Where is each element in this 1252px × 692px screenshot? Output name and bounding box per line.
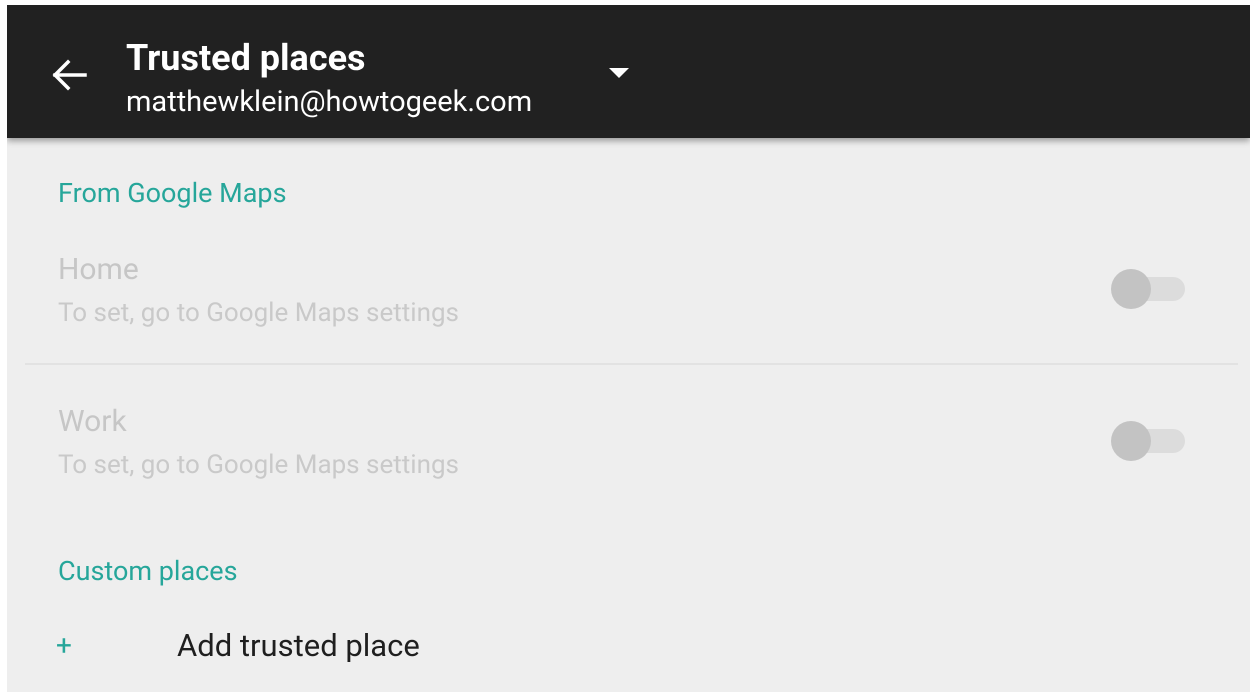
work-toggle[interactable] (1109, 419, 1189, 463)
app-bar: Trusted places matthewklein@howtogeek.co… (7, 5, 1250, 138)
add-trusted-place-label: Add trusted place (177, 627, 420, 664)
account-email[interactable]: matthewklein@howtogeek.com (126, 85, 532, 119)
caret-down-icon[interactable] (607, 63, 631, 83)
toggle-thumb (1111, 269, 1151, 309)
page-title: Trusted places (126, 37, 366, 79)
section-header-custom: Custom places (58, 555, 238, 587)
divider (25, 363, 1238, 365)
home-toggle[interactable] (1109, 267, 1189, 311)
toggle-thumb (1111, 421, 1151, 461)
work-subtitle: To set, go to Google Maps settings (58, 450, 459, 480)
screen: Trusted places matthewklein@howtogeek.co… (7, 5, 1250, 692)
home-title: Home (58, 252, 139, 287)
home-subtitle: To set, go to Google Maps settings (58, 298, 459, 328)
add-trusted-place-button[interactable]: + Add trusted place (7, 615, 1250, 683)
arrow-back-icon[interactable] (49, 57, 89, 93)
plus-icon: + (56, 629, 72, 662)
section-header-maps: From Google Maps (58, 177, 287, 209)
work-title: Work (58, 404, 127, 439)
